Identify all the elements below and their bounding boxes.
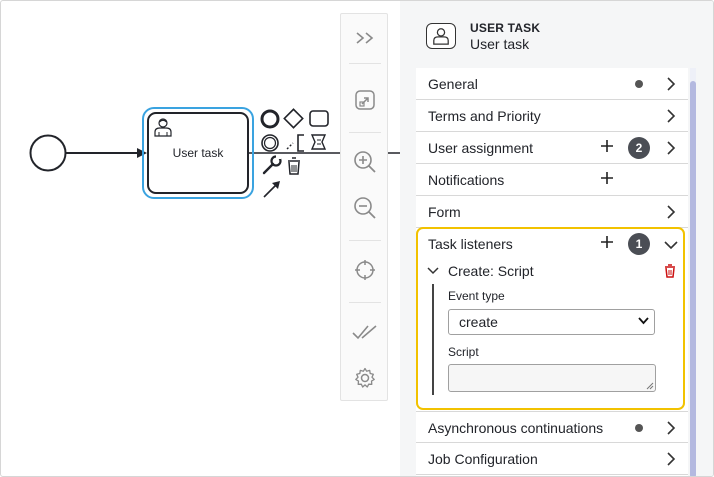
group-job-configuration[interactable]: Job Configuration: [416, 443, 688, 475]
toolbar-separator: [349, 240, 381, 241]
context-pad-task-icon[interactable]: [309, 110, 329, 127]
panel-header: USER TASK User task: [416, 11, 696, 67]
chevron-right-icon: [667, 141, 676, 155]
zoom-out-button[interactable]: [341, 190, 389, 226]
reset-view-button[interactable]: [341, 252, 389, 288]
element-type: USER TASK: [470, 21, 541, 35]
context-pad-text-annotation-icon[interactable]: [286, 134, 304, 152]
group-label: Job Configuration: [428, 451, 538, 467]
chevron-right-icon: [667, 77, 676, 91]
chevron-right-icon: [667, 109, 676, 123]
group-form[interactable]: Form: [416, 196, 688, 228]
chevron-right-icon: [667, 421, 676, 435]
fit-viewport-button[interactable]: [341, 82, 389, 118]
context-pad-data-object-icon[interactable]: [310, 134, 327, 150]
toolbar-separator: [349, 302, 381, 303]
user-task-shape[interactable]: User task: [147, 112, 249, 194]
group-label: Form: [428, 204, 461, 220]
user-task-icon: [426, 23, 456, 49]
group-label: User assignment: [428, 140, 534, 156]
zoom-out-icon: [354, 197, 376, 219]
group-terms-priority[interactable]: Terms and Priority: [416, 100, 688, 132]
zoom-in-icon: [354, 151, 376, 173]
double-chevron-right-icon: [356, 32, 374, 44]
group-async-continuations[interactable]: Asynchronous continuations: [416, 411, 688, 443]
add-icon[interactable]: [600, 139, 614, 153]
toggle-panel-button[interactable]: [341, 20, 389, 56]
app-frame: User task USER TASK User task General Te…: [0, 0, 714, 477]
context-pad-intermediate-event-icon[interactable]: [261, 134, 279, 152]
context-pad-end-event-icon[interactable]: [260, 109, 280, 129]
add-icon[interactable]: [600, 171, 614, 185]
data-marker-dot: [635, 424, 643, 432]
context-pad-connect-arrow-icon[interactable]: [263, 181, 280, 198]
crosshair-icon: [355, 260, 375, 280]
context-pad-wrench-icon[interactable]: [262, 154, 282, 175]
chevron-right-icon: [667, 452, 676, 466]
gear-icon: [355, 367, 375, 388]
chevron-right-icon: [667, 205, 676, 219]
panel-scrollbar-thumb[interactable]: [690, 81, 696, 476]
canvas-toolbar: [340, 13, 388, 401]
validate-checks-icon: [352, 325, 377, 340]
group-notifications[interactable]: Notifications: [416, 164, 688, 196]
start-event[interactable]: [29, 134, 67, 172]
group-general[interactable]: General: [416, 68, 688, 100]
group-user-assignment[interactable]: User assignment 2: [416, 132, 688, 164]
task-listeners-highlight: [416, 227, 685, 410]
group-label: General: [428, 76, 478, 92]
group-label: Asynchronous continuations: [428, 420, 604, 436]
count-badge: 2: [628, 137, 650, 159]
data-marker-dot: [635, 80, 643, 88]
validate-button[interactable]: [341, 314, 389, 350]
toolbar-separator: [349, 63, 381, 64]
fit-viewport-icon: [355, 90, 375, 110]
context-pad-trash-icon[interactable]: [288, 157, 300, 175]
task-label: User task: [172, 146, 224, 160]
context-pad-gateway-icon[interactable]: [283, 108, 304, 129]
settings-button[interactable]: [341, 360, 389, 396]
zoom-in-button[interactable]: [341, 144, 389, 180]
group-label: Notifications: [428, 172, 505, 188]
group-label: Terms and Priority: [428, 108, 541, 124]
element-name: User task: [470, 36, 530, 52]
toolbar-separator: [349, 132, 381, 133]
